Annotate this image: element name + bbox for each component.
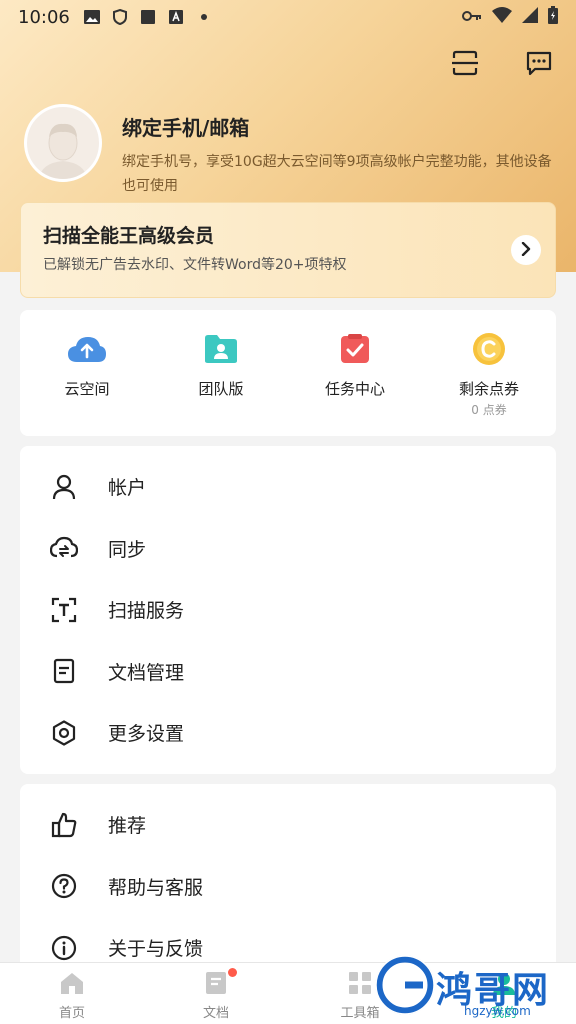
- tab-toolbox[interactable]: 工具箱: [288, 963, 432, 1024]
- menu-label: 扫描服务: [108, 600, 185, 623]
- status-bar: 10:06: [0, 0, 576, 34]
- default-avatar-icon: [39, 123, 87, 179]
- toolbox-icon: [348, 971, 372, 999]
- cloud-sync-icon: [50, 534, 78, 562]
- menu-label: 更多设置: [108, 723, 185, 746]
- secondary-menu-card: 推荐 帮助与客服 关于与反馈: [20, 784, 556, 984]
- grid-label: 剩余点券: [458, 380, 519, 398]
- battery-icon: [548, 5, 558, 29]
- header-actions: [450, 50, 554, 80]
- user-icon: [50, 473, 78, 501]
- tab-documents[interactable]: 文档: [144, 963, 288, 1024]
- menu-item-account[interactable]: 帐户: [20, 456, 556, 518]
- bind-account-description: 绑定手机号，享受10G超大云空间等9项高级帐户完整功能，其他设备也可使用: [122, 154, 552, 194]
- gear-icon: [50, 719, 78, 747]
- menu-label: 文档管理: [108, 661, 185, 684]
- messages-button[interactable]: [524, 50, 554, 80]
- home-icon: [59, 971, 85, 999]
- text-a-icon: [168, 9, 184, 25]
- menu-item-scan-service[interactable]: 扫描服务: [20, 579, 556, 641]
- shield-icon: [112, 9, 128, 25]
- help-icon: [50, 872, 78, 900]
- grid-item-coupons[interactable]: 剩余点券 0 点券: [422, 332, 556, 436]
- square-icon: [140, 9, 156, 25]
- coupon-count: 0 点券: [471, 403, 507, 417]
- key-icon: [462, 7, 482, 27]
- main-menu-card: 帐户 同步 扫描服务 文档管理 更多设置: [20, 446, 556, 774]
- scan-icon: [451, 50, 479, 80]
- grid-item-cloud[interactable]: 云空间: [20, 332, 154, 436]
- tab-me[interactable]: 我的: [432, 963, 576, 1024]
- message-icon: [525, 50, 553, 80]
- me-icon: [492, 971, 516, 999]
- bind-account-title[interactable]: 绑定手机/邮箱: [122, 112, 249, 141]
- vip-title: 扫描全能王高级会员: [43, 225, 215, 247]
- status-time: 10:06: [18, 6, 70, 28]
- thumbs-up-icon: [50, 811, 78, 839]
- dot-icon: [196, 9, 212, 25]
- grid-label: 云空间: [64, 380, 110, 398]
- vip-card[interactable]: 扫描全能王高级会员 已解锁无广告去水印、文件转Word等20+项特权: [20, 202, 556, 298]
- quick-actions-card: 云空间 团队版 任务中心 剩余点券 0 点券: [20, 310, 556, 436]
- docs-icon: [205, 971, 227, 999]
- team-folder-icon: [201, 332, 241, 366]
- task-check-icon: [335, 332, 375, 366]
- menu-item-documents[interactable]: 文档管理: [20, 641, 556, 703]
- notification-dot: [228, 968, 237, 977]
- chevron-right-icon: [520, 241, 532, 260]
- wifi-icon: [492, 6, 512, 28]
- bottom-tab-bar: 首页 文档 工具箱 我的: [0, 962, 576, 1024]
- menu-label: 帮助与客服: [108, 876, 204, 899]
- coupon-coin-icon: [469, 332, 509, 366]
- vip-arrow-button[interactable]: [511, 235, 541, 265]
- cloud-upload-icon: [67, 332, 107, 366]
- signal-icon: [522, 6, 538, 28]
- tab-label: 工具箱: [340, 1006, 380, 1021]
- menu-label: 帐户: [108, 477, 147, 500]
- grid-label: 任务中心: [324, 380, 385, 398]
- scan-text-icon: [50, 596, 78, 624]
- avatar[interactable]: [24, 104, 102, 182]
- menu-label: 关于与反馈: [108, 938, 204, 961]
- info-icon: [50, 934, 78, 962]
- menu-item-sync[interactable]: 同步: [20, 518, 556, 580]
- grid-label: 团队版: [198, 380, 244, 398]
- tab-label: 文档: [202, 1006, 229, 1021]
- menu-label: 推荐: [108, 815, 147, 838]
- grid-item-tasks[interactable]: 任务中心: [288, 332, 422, 436]
- vip-subtitle: 已解锁无广告去水印、文件转Word等20+项特权: [43, 257, 347, 273]
- tab-label: 我的: [490, 1006, 517, 1021]
- menu-item-settings[interactable]: 更多设置: [20, 702, 556, 764]
- document-icon: [50, 657, 78, 685]
- scan-button[interactable]: [450, 50, 480, 80]
- tab-label: 首页: [58, 1006, 85, 1021]
- grid-item-team[interactable]: 团队版: [154, 332, 288, 436]
- menu-item-help[interactable]: 帮助与客服: [20, 856, 556, 918]
- image-icon: [83, 9, 100, 25]
- menu-item-recommend[interactable]: 推荐: [20, 794, 556, 856]
- tab-home[interactable]: 首页: [0, 963, 144, 1024]
- menu-label: 同步: [108, 538, 147, 561]
